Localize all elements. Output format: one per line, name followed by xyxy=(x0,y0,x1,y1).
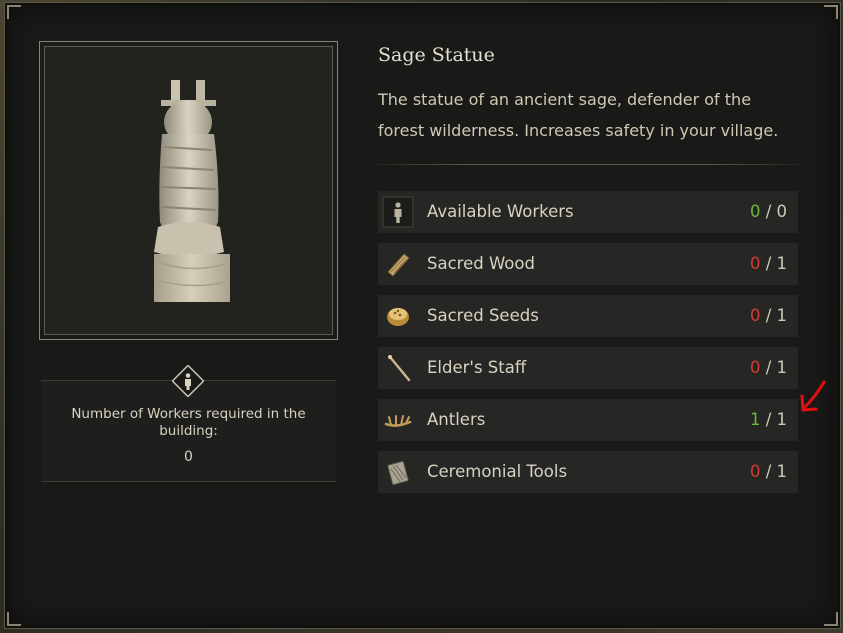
worker-icon xyxy=(382,196,414,228)
window-frame: Number of Workers required in the buildi… xyxy=(0,0,843,633)
workers-required-value: 0 xyxy=(184,449,193,465)
seeds-icon xyxy=(382,300,414,332)
staff-icon xyxy=(382,352,414,384)
requirement-row-sacred-seeds: Sacred Seeds 0 / 1 xyxy=(378,295,798,337)
divider xyxy=(378,164,798,165)
requirement-count: 1 / 1 xyxy=(749,410,787,429)
requirement-count: 0 / 1 xyxy=(749,306,787,325)
building-portrait xyxy=(39,41,338,340)
requirement-row-available-workers: Available Workers 0 / 0 xyxy=(378,191,798,233)
requirements-list: Available Workers 0 / 0 Sacred Wood 0 / … xyxy=(378,191,798,503)
corner-ornament xyxy=(7,612,21,626)
building-description: The statue of an ancient sage, defender … xyxy=(378,90,779,140)
requirement-name: Sacred Wood xyxy=(427,254,535,273)
requirement-row-antlers: Antlers 1 / 1 xyxy=(378,399,798,441)
requirement-name: Elder's Staff xyxy=(427,358,527,377)
corner-ornament xyxy=(824,612,838,626)
requirement-count: 0 / 1 xyxy=(749,462,787,481)
requirement-row-ceremonial-tools: Ceremonial Tools 0 / 1 xyxy=(378,451,798,493)
annotation-arrow-icon xyxy=(800,380,826,412)
sage-statue-image xyxy=(154,80,230,302)
requirement-name: Ceremonial Tools xyxy=(427,462,568,481)
requirement-count: 0 / 1 xyxy=(749,358,787,377)
tools-icon xyxy=(382,456,414,488)
building-title: Sage Statue xyxy=(378,44,495,66)
workers-required-label: Number of Workers required in the buildi… xyxy=(71,406,306,439)
requirement-row-sacred-wood: Sacred Wood 0 / 1 xyxy=(378,243,798,285)
requirement-row-elders-staff: Elder's Staff 0 / 1 xyxy=(378,347,798,389)
requirement-count: 0 / 0 xyxy=(749,202,787,221)
wood-icon xyxy=(382,248,414,280)
worker-icon xyxy=(171,364,205,398)
requirement-name: Sacred Seeds xyxy=(427,306,539,325)
requirement-count: 0 / 1 xyxy=(749,254,787,273)
requirement-name: Antlers xyxy=(427,410,486,429)
corner-ornament xyxy=(7,5,21,19)
corner-ornament xyxy=(824,5,838,19)
antlers-icon xyxy=(382,404,414,436)
requirement-name: Available Workers xyxy=(427,202,574,221)
